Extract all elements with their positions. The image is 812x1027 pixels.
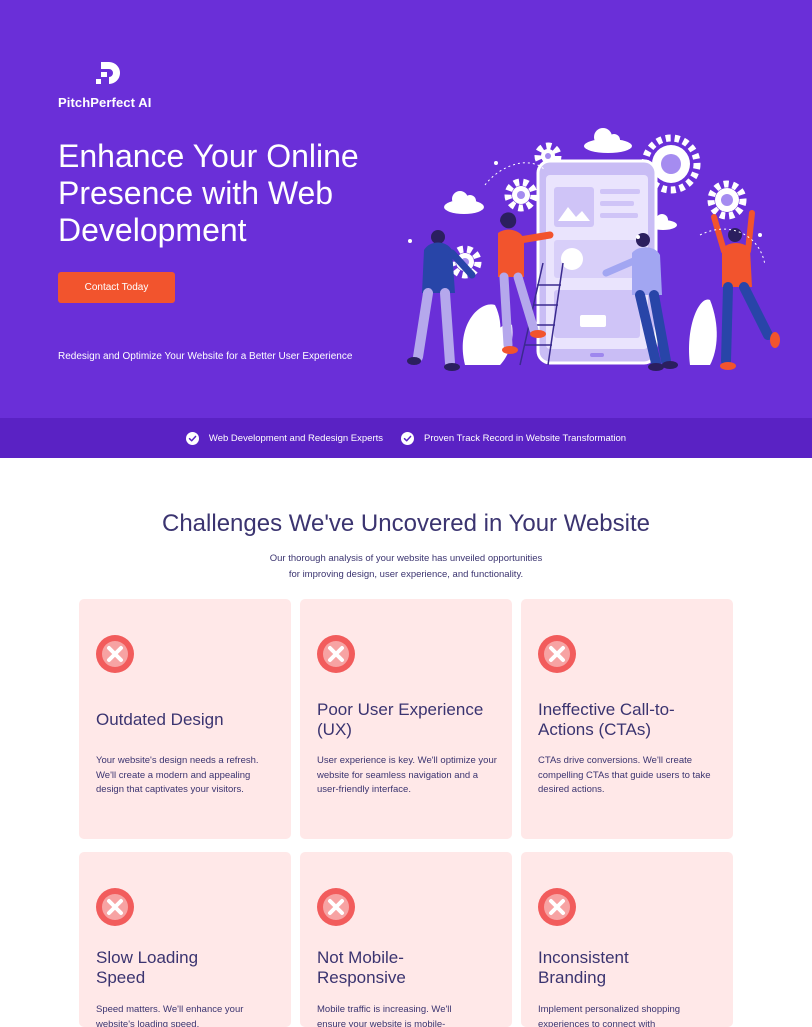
challenge-card-text: Implement personalized shopping experien… [538,1004,681,1027]
challenges-subtitle-line: for improving design, user experience, a… [288,569,524,580]
challenge-card-inconsistent-branding: Inconsistent Branding Implement personal… [521,852,733,1027]
challenge-card-text: Speed matters. We'll enhance your websit… [96,1004,244,1027]
check-circle-icon [401,431,415,445]
hero-subtitle: Redesign and Optimize Your Website for a… [58,351,353,362]
contact-today-button[interactable]: Contact Today [58,272,175,303]
challenges-title: Challenges We've Uncovered in Your Websi… [162,510,650,537]
challenge-card-title: Not Mobile-Responsive [317,948,406,987]
challenge-card-not-mobile-responsive: Not Mobile-Responsive Mobile traffic is … [300,852,512,1027]
challenge-card-ineffective-ctas: Ineffective Call-to-Actions (CTAs) CTAs … [521,599,733,839]
challenge-card-title: Inconsistent Branding [538,948,629,987]
x-circle-icon [538,635,576,673]
trust-bar: Web Development and Redesign Experts Pro… [0,418,812,458]
challenges-subtitle-line: Our thorough analysis of your website ha… [269,553,543,564]
pitchperfect-logo-icon [96,62,120,84]
trust-item-label: Proven Track Record in Website Transform… [424,432,627,444]
brand-name: PitchPerfect AI [58,95,152,110]
challenge-card-title: Slow Loading Speed [96,948,199,987]
hero-section: PitchPerfect AI Enhance Your Online Pres… [0,0,812,418]
challenge-card-poor-ux: Poor User Experience (UX) User experienc… [300,599,512,839]
trust-item-label: Web Development and Redesign Experts [208,432,384,444]
challenge-card-title: Ineffective Call-to-Actions (CTAs) [538,700,675,739]
x-circle-icon [96,635,134,673]
challenge-card-text: Your website's design needs a refresh. W… [96,755,259,795]
challenge-card-title: Outdated Design [96,710,224,729]
team-building-website-illustration [407,128,780,371]
challenge-card-text: Mobile traffic is increasing. We'll ensu… [317,1004,452,1027]
x-circle-icon [96,888,134,926]
challenge-card-title: Poor User Experience (UX) [317,700,484,739]
trust-item: Web Development and Redesign Experts [185,431,384,445]
challenge-card-slow-loading-speed: Slow Loading Speed Speed matters. We'll … [79,852,291,1027]
challenge-card-text: User experience is key. We'll optimize y… [317,755,497,795]
check-circle-icon [185,431,199,445]
x-circle-icon [538,888,576,926]
x-circle-icon [317,635,355,673]
challenge-card-outdated-design: Outdated Design Your website's design ne… [79,599,291,839]
challenge-card-text: CTAs drive conversions. We'll create com… [538,755,711,795]
x-circle-icon [317,888,355,926]
trust-item: Proven Track Record in Website Transform… [401,431,627,445]
challenges-subtitle: Our thorough analysis of your website ha… [206,551,606,583]
hero-title: Enhance Your Online Presence with Web De… [58,138,359,248]
